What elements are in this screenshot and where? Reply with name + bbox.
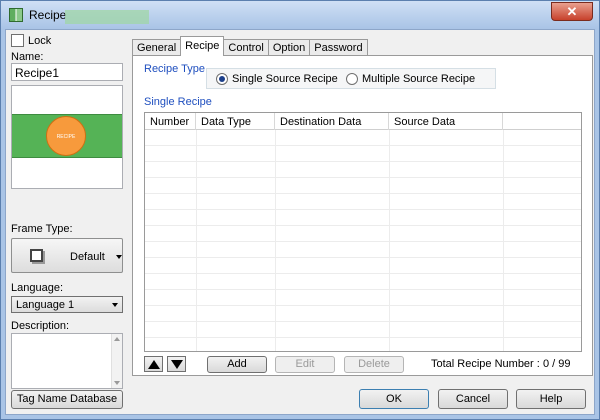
lock-checkbox-box[interactable] bbox=[11, 34, 24, 47]
arrow-up-icon bbox=[148, 360, 160, 369]
ghost-tooltip bbox=[65, 10, 149, 24]
column-divider bbox=[503, 130, 504, 351]
column-divider bbox=[389, 130, 390, 351]
help-button[interactable]: Help bbox=[516, 389, 586, 409]
tab-bar: General Recipe Control Option Password bbox=[132, 36, 368, 56]
recipe-table[interactable]: Number Data Type Destination Data Source… bbox=[144, 112, 582, 352]
add-button[interactable]: Add bbox=[207, 356, 267, 373]
column-header-number[interactable]: Number bbox=[145, 113, 196, 130]
column-header-data-type[interactable]: Data Type bbox=[196, 113, 275, 130]
frame-square-icon bbox=[30, 249, 43, 262]
column-divider bbox=[196, 130, 197, 351]
recipe-preview: RECIPE bbox=[11, 85, 123, 189]
radio-unselected-icon[interactable] bbox=[346, 73, 358, 85]
tab-control[interactable]: Control bbox=[223, 39, 269, 56]
move-down-button[interactable] bbox=[167, 356, 186, 372]
tab-password[interactable]: Password bbox=[309, 39, 368, 56]
recipe-dialog: Recipe ✕ Lock Name: Recipe1 RECIPE Frame… bbox=[0, 0, 600, 420]
column-divider bbox=[275, 130, 276, 351]
single-recipe-label: Single Recipe bbox=[144, 96, 212, 108]
single-source-label: Single Source Recipe bbox=[232, 73, 338, 85]
edit-button[interactable]: Edit bbox=[275, 356, 335, 373]
name-label: Name: bbox=[11, 51, 44, 63]
chevron-down-icon bbox=[116, 255, 122, 259]
cancel-button[interactable]: Cancel bbox=[438, 389, 508, 409]
recipe-type-label: Recipe Type bbox=[144, 63, 205, 75]
delete-button[interactable]: Delete bbox=[344, 356, 404, 373]
recipe-type-radio-group: Single Source Recipe Multiple Source Rec… bbox=[206, 68, 496, 89]
tab-general[interactable]: General bbox=[132, 39, 182, 56]
name-input[interactable]: Recipe1 bbox=[11, 63, 123, 81]
language-label: Language: bbox=[11, 282, 63, 294]
lock-label: Lock bbox=[28, 34, 52, 47]
tag-name-database-button[interactable]: Tag Name Database bbox=[11, 390, 123, 409]
multiple-source-label: Multiple Source Recipe bbox=[362, 73, 476, 85]
description-label: Description: bbox=[11, 320, 70, 332]
radio-selected-icon[interactable] bbox=[216, 73, 228, 85]
single-source-radio[interactable]: Single Source Recipe bbox=[216, 73, 338, 85]
multiple-source-radio[interactable]: Multiple Source Recipe bbox=[346, 73, 475, 85]
description-scrollbar[interactable] bbox=[111, 334, 122, 388]
total-recipe-label: Total Recipe Number : bbox=[431, 358, 540, 370]
move-up-button[interactable] bbox=[144, 356, 163, 372]
recipe-table-header: Number Data Type Destination Data Source… bbox=[145, 113, 581, 130]
frame-type-value: Default bbox=[70, 251, 105, 263]
language-value: Language 1 bbox=[16, 299, 75, 311]
tab-recipe[interactable]: Recipe bbox=[180, 36, 225, 56]
chevron-down-icon bbox=[112, 303, 118, 307]
window-title: Recipe bbox=[29, 8, 67, 22]
column-header-extra[interactable] bbox=[503, 113, 581, 130]
total-recipe-value: 0 / 99 bbox=[543, 358, 571, 370]
column-header-source-data[interactable]: Source Data bbox=[389, 113, 503, 130]
column-header-destination-data[interactable]: Destination Data bbox=[275, 113, 389, 130]
lock-checkbox[interactable]: Lock bbox=[11, 34, 51, 47]
dialog-client: Lock Name: Recipe1 RECIPE Frame Type: De… bbox=[5, 29, 595, 415]
frame-type-label: Frame Type: bbox=[11, 223, 73, 235]
scroll-down-icon[interactable] bbox=[114, 381, 120, 385]
recipe-table-body[interactable] bbox=[145, 130, 581, 351]
arrow-down-icon bbox=[171, 360, 183, 369]
frame-type-dropdown[interactable]: Default bbox=[11, 238, 123, 273]
scroll-up-icon[interactable] bbox=[114, 337, 120, 341]
recipe-tab-panel: Recipe Type Single Source Recipe Multipl… bbox=[132, 55, 593, 376]
ok-button[interactable]: OK bbox=[359, 389, 429, 409]
recipe-app-icon bbox=[9, 8, 23, 22]
preview-recipe-shape: RECIPE bbox=[46, 116, 86, 156]
close-button[interactable]: ✕ bbox=[551, 2, 593, 21]
description-textarea[interactable] bbox=[11, 333, 123, 389]
tab-option[interactable]: Option bbox=[267, 39, 311, 56]
title-bar[interactable]: Recipe ✕ bbox=[1, 1, 599, 29]
language-select[interactable]: Language 1 bbox=[11, 296, 123, 313]
